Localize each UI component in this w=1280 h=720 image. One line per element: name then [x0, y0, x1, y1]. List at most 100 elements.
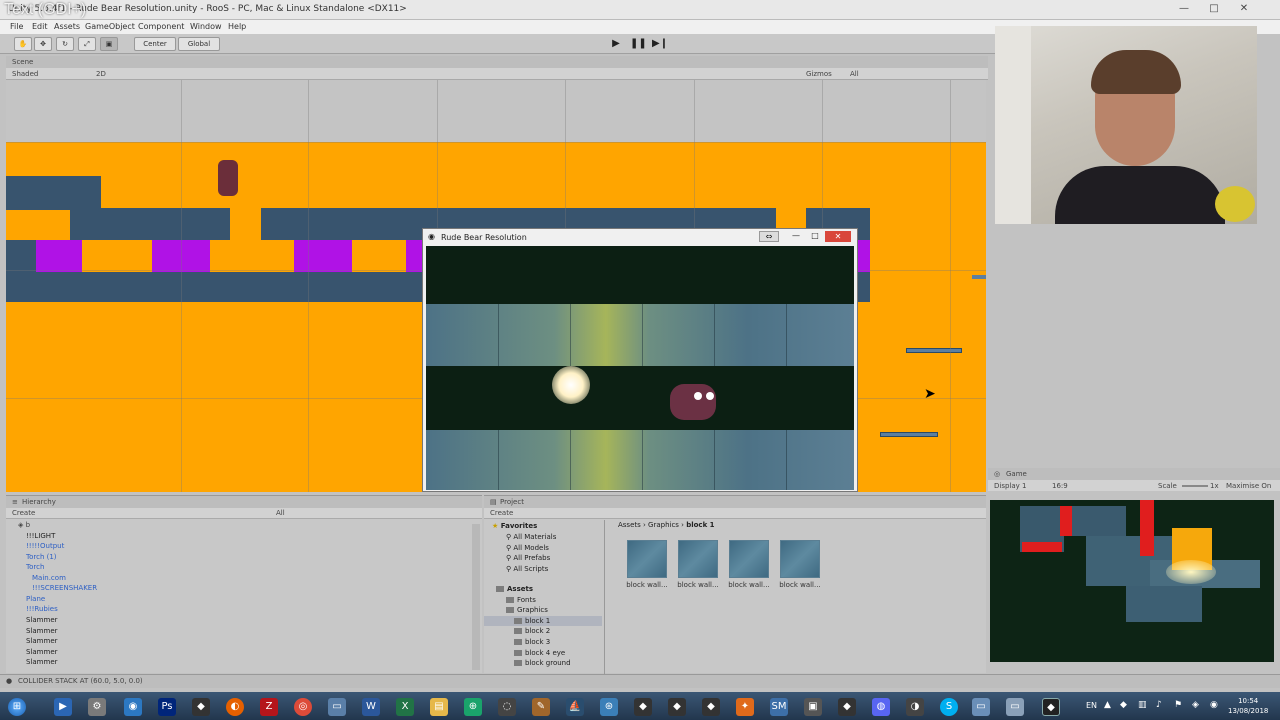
scale-slider[interactable]	[1182, 485, 1208, 487]
menu-edit[interactable]: Edit	[32, 22, 48, 31]
word-icon[interactable]: W	[362, 698, 380, 716]
hierarchy-item[interactable]: !!!!!Output	[26, 542, 64, 550]
tray-app-icon[interactable]: ◈	[1192, 700, 1199, 710]
menu-assets[interactable]: Assets	[54, 22, 80, 31]
hierarchy-item[interactable]: Plane	[26, 595, 45, 603]
rotate-tool-button[interactable]: ↻	[56, 37, 74, 51]
excel-icon[interactable]: X	[396, 698, 414, 716]
hierarchy-item[interactable]: !!!SCREENSHAKER	[32, 584, 97, 592]
filezilla-icon[interactable]: Z	[260, 698, 278, 716]
network-icon[interactable]: ▥	[1138, 700, 1147, 710]
explorer-icon[interactable]: ◉	[124, 698, 142, 716]
file-icon[interactable]: ▭	[328, 698, 346, 716]
settings-icon[interactable]: ⚙	[88, 698, 106, 716]
platform-object[interactable]	[906, 348, 962, 353]
folder-item[interactable]: block 3	[514, 638, 550, 646]
menu-gameobject[interactable]: GameObject	[85, 22, 135, 31]
tray-arrow-icon[interactable]: ▲	[1104, 700, 1111, 710]
discord-icon[interactable]: ◍	[872, 698, 890, 716]
hierarchy-item[interactable]: Torch (1)	[26, 553, 57, 561]
asset-thumbnail[interactable]	[780, 540, 820, 578]
minimize-button[interactable]: —	[1176, 2, 1192, 16]
play-button[interactable]: ▶	[608, 37, 624, 51]
maximize-toggle[interactable]: Maximise On	[1226, 482, 1271, 490]
hierarchy-item[interactable]: Slammer	[26, 637, 58, 645]
hierarchy-scrollbar[interactable]	[472, 524, 480, 670]
step-button[interactable]: ▶❙	[652, 37, 668, 51]
aspect-dropdown[interactable]: 16:9	[1052, 482, 1068, 490]
move-tool-button[interactable]: ✥	[34, 37, 52, 51]
volume-icon[interactable]: ♪	[1156, 700, 1162, 710]
favorite-item[interactable]: ⚲ All Scripts	[506, 565, 548, 573]
menu-help[interactable]: Help	[228, 22, 246, 31]
window-minimize-button[interactable]: —	[787, 231, 805, 242]
menu-component[interactable]: Component	[138, 22, 184, 31]
maximize-button[interactable]: □	[1206, 2, 1222, 16]
unity-active-icon[interactable]: ◆	[1042, 698, 1060, 716]
resize-icon[interactable]: ⇔	[759, 231, 779, 242]
window-icon[interactable]: ▭	[1006, 698, 1024, 716]
hierarchy-item[interactable]: Slammer	[26, 658, 58, 666]
folder-item-selected[interactable]: block 1	[514, 617, 550, 625]
hierarchy-item[interactable]: Torch	[26, 563, 44, 571]
hierarchy-item[interactable]: !!!LIGHT	[26, 532, 55, 540]
folder-icon[interactable]: ▤	[430, 698, 448, 716]
asset-thumbnail[interactable]	[627, 540, 667, 578]
tray-app-icon[interactable]: ◉	[1210, 700, 1218, 710]
flag-icon[interactable]: ⚑	[1174, 700, 1182, 710]
pivot-toggle[interactable]: Center	[134, 37, 176, 51]
folder-item[interactable]: Graphics	[506, 606, 548, 614]
space-toggle[interactable]: Global	[178, 37, 220, 51]
clock[interactable]: 10:54 13/08/2018	[1228, 696, 1268, 716]
language-indicator[interactable]: EN	[1086, 701, 1097, 710]
tool-icon[interactable]: ✎	[532, 698, 550, 716]
project-create-button[interactable]: Create	[490, 509, 513, 517]
folder-item[interactable]: Fonts	[506, 596, 536, 604]
sail-icon[interactable]: ⛵	[566, 698, 584, 716]
favorite-item[interactable]: ⚲ All Materials	[506, 533, 556, 541]
hierarchy-item[interactable]: Main.com	[32, 574, 66, 582]
close-button[interactable]: ✕	[1236, 2, 1252, 16]
blender-icon[interactable]: ✦	[736, 698, 754, 716]
unity-icon[interactable]: ◆	[838, 698, 856, 716]
favorites-header[interactable]: ★ Favorites	[492, 522, 537, 530]
scene-search-input[interactable]: All	[850, 70, 859, 78]
window-icon[interactable]: ▭	[972, 698, 990, 716]
status-message[interactable]: COLLIDER STACK AT (60.0, 5.0, 0.0)	[18, 677, 143, 685]
scene-tab[interactable]: Scene	[12, 58, 33, 66]
platform-object[interactable]	[972, 275, 986, 279]
asset-thumbnail[interactable]	[729, 540, 769, 578]
folder-item[interactable]: block ground	[514, 659, 571, 667]
assets-root[interactable]: Assets	[496, 585, 533, 593]
skype-icon[interactable]: S	[940, 698, 958, 716]
sm-icon[interactable]: SM	[770, 698, 788, 716]
hierarchy-create-button[interactable]: Create	[12, 509, 35, 517]
app-icon[interactable]: ◑	[906, 698, 924, 716]
breadcrumb-graphics[interactable]: Graphics	[648, 521, 679, 529]
steam-icon[interactable]: ◌	[498, 698, 516, 716]
game-panel-view[interactable]	[990, 500, 1274, 662]
window-maximize-button[interactable]: □	[806, 231, 824, 242]
hierarchy-item[interactable]: Slammer	[26, 627, 58, 635]
pause-button[interactable]: ❚❚	[630, 37, 647, 51]
folder-item[interactable]: block 2	[514, 627, 550, 635]
scene-root[interactable]: ◈ b	[18, 521, 30, 529]
media-player-icon[interactable]: ▶	[54, 698, 72, 716]
player-sprite[interactable]	[218, 160, 238, 196]
start-button[interactable]: ⊞	[8, 698, 26, 716]
hierarchy-item[interactable]: Slammer	[26, 616, 58, 624]
game-tab[interactable]: Game	[1006, 470, 1027, 478]
unity-icon[interactable]: ◆	[192, 698, 210, 716]
tray-app-icon[interactable]: ◆	[1120, 700, 1127, 710]
hierarchy-search-input[interactable]: All	[276, 509, 285, 517]
game-viewport[interactable]	[426, 246, 854, 490]
favorite-item[interactable]: ⚲ All Prefabs	[506, 554, 550, 562]
hierarchy-tab[interactable]: Hierarchy	[22, 498, 56, 506]
shading-dropdown[interactable]: Shaded	[12, 70, 38, 78]
rect-tool-button[interactable]: ▣	[100, 37, 118, 51]
hierarchy-item[interactable]: !!!Rubies	[26, 605, 58, 613]
asset-thumbnail[interactable]	[678, 540, 718, 578]
firefox-icon[interactable]: ◐	[226, 698, 244, 716]
globe-icon[interactable]: ⊛	[600, 698, 618, 716]
hierarchy-item[interactable]: Slammer	[26, 648, 58, 656]
